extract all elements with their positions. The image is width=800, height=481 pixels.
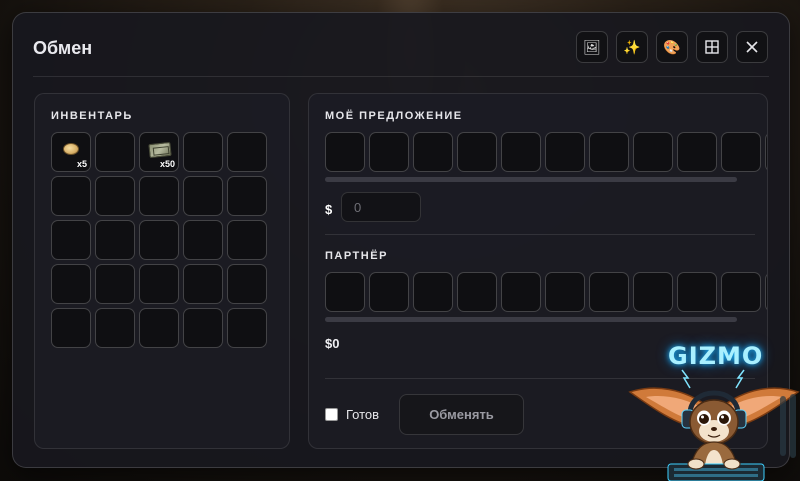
image-frame-icon: 🖼 xyxy=(583,38,601,55)
inventory-slot[interactable] xyxy=(227,264,267,304)
inventory-slot[interactable] xyxy=(183,132,223,172)
gizmo-overlay: GIZMO xyxy=(624,336,800,481)
partner-slot xyxy=(457,272,497,312)
inventory-slot[interactable]: x5 xyxy=(51,132,91,172)
inventory-slot[interactable] xyxy=(139,176,179,216)
partner-scrollbar[interactable] xyxy=(325,317,737,322)
inventory-slot[interactable] xyxy=(139,220,179,260)
scrollbar-thumb[interactable] xyxy=(325,177,737,182)
inventory-slot[interactable] xyxy=(95,264,135,304)
inventory-slot[interactable] xyxy=(51,176,91,216)
inventory-slot[interactable] xyxy=(183,220,223,260)
item-quantity: x50 xyxy=(159,159,175,169)
partner-slot xyxy=(633,272,673,312)
inventory-slot[interactable] xyxy=(139,308,179,348)
inventory-slot[interactable] xyxy=(183,176,223,216)
header-divider xyxy=(33,76,769,77)
inventory-slot[interactable] xyxy=(95,220,135,260)
inventory-slot[interactable] xyxy=(51,264,91,304)
ready-checkbox[interactable] xyxy=(325,408,338,421)
offer-slot[interactable] xyxy=(545,132,585,172)
inventory-slot[interactable] xyxy=(95,132,135,172)
inventory-slot[interactable] xyxy=(183,264,223,304)
ready-toggle[interactable]: Готов xyxy=(325,407,379,422)
palette-button[interactable]: 🎨 xyxy=(656,31,688,63)
window-title: Обмен xyxy=(33,38,93,58)
inventory-slot[interactable] xyxy=(227,308,267,348)
close-icon xyxy=(746,41,758,53)
coin-icon xyxy=(63,143,79,155)
partner-slot xyxy=(589,272,629,312)
partner-offer-slots xyxy=(325,272,767,312)
partner-slot xyxy=(765,272,767,312)
image-frame-button[interactable]: 🖼 xyxy=(576,31,608,63)
section-divider xyxy=(325,234,755,235)
currency-symbol: $ xyxy=(325,202,333,217)
grid-button[interactable] xyxy=(696,31,728,63)
offer-slot[interactable] xyxy=(325,132,365,172)
inventory-slot[interactable] xyxy=(227,132,267,172)
inventory-grid: x5 x50 xyxy=(51,132,267,348)
offer-slot[interactable] xyxy=(633,132,673,172)
exchange-button[interactable]: Обменять xyxy=(399,394,524,435)
gremlin-mascot-icon xyxy=(628,369,800,481)
inventory-slot[interactable] xyxy=(227,176,267,216)
inventory-title: ИНВЕНТАРЬ xyxy=(51,110,133,122)
my-offer-scrollbar[interactable] xyxy=(325,177,737,182)
money-offer-input[interactable] xyxy=(341,192,421,222)
inventory-slot[interactable] xyxy=(51,308,91,348)
partner-slot xyxy=(413,272,453,312)
offer-slot[interactable] xyxy=(501,132,541,172)
palette-icon: 🎨 xyxy=(663,38,681,55)
sparkles-icon: ✨ xyxy=(623,38,641,55)
offer-slot[interactable] xyxy=(677,132,717,172)
partner-title: ПАРТНЁР xyxy=(325,250,388,262)
partner-slot xyxy=(677,272,717,312)
inventory-slot[interactable]: x50 xyxy=(139,132,179,172)
partner-money: $0 xyxy=(325,336,340,351)
inventory-slot[interactable] xyxy=(139,264,179,304)
offer-slot[interactable] xyxy=(765,132,767,172)
sparkles-button[interactable]: ✨ xyxy=(616,31,648,63)
offer-slot[interactable] xyxy=(589,132,629,172)
grid-icon xyxy=(705,40,719,54)
inventory-slot[interactable] xyxy=(227,220,267,260)
item-quantity: x5 xyxy=(76,159,87,169)
partner-slot xyxy=(501,272,541,312)
offer-slot[interactable] xyxy=(721,132,761,172)
cash-stack-icon xyxy=(148,141,172,159)
partner-slot xyxy=(721,272,761,312)
ready-label: Готов xyxy=(346,407,380,422)
offer-slot[interactable] xyxy=(369,132,409,172)
close-button[interactable] xyxy=(736,31,768,63)
partner-slot xyxy=(325,272,365,312)
inventory-panel: ИНВЕНТАРЬ x5 x50 xyxy=(34,93,290,449)
toolbar: 🖼 ✨ 🎨 xyxy=(576,31,768,63)
offer-slot[interactable] xyxy=(413,132,453,172)
inventory-slot[interactable] xyxy=(183,308,223,348)
scrollbar-thumb[interactable] xyxy=(325,317,737,322)
partner-slot xyxy=(369,272,409,312)
inventory-slot[interactable] xyxy=(51,220,91,260)
inventory-slot[interactable] xyxy=(95,308,135,348)
my-offer-slots xyxy=(325,132,767,172)
inventory-slot[interactable] xyxy=(95,176,135,216)
my-offer-title: МОЁ ПРЕДЛОЖЕНИЕ xyxy=(325,110,463,122)
partner-slot xyxy=(545,272,585,312)
offer-slot[interactable] xyxy=(457,132,497,172)
